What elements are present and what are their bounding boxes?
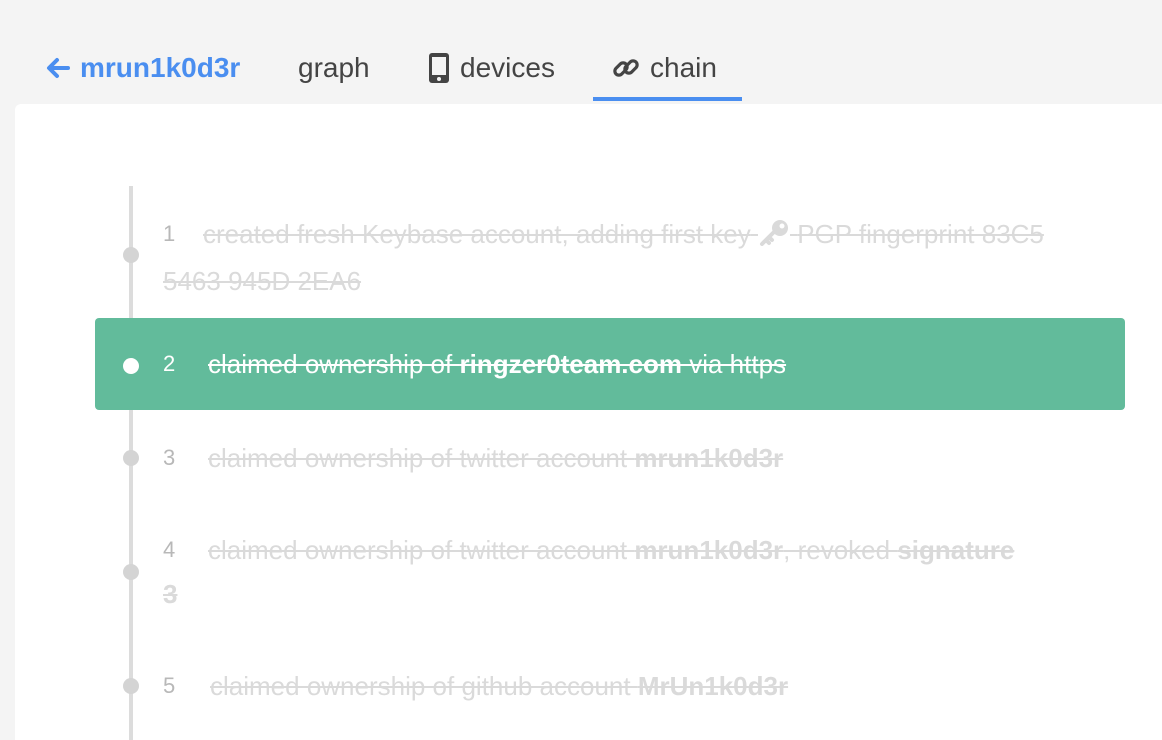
entry-text: created fresh Keybase account, adding fi… [163, 212, 1083, 303]
entry-number: 5 [163, 673, 176, 698]
chain-entry[interactable]: 3 claimed ownership of twitter account m… [95, 436, 1125, 480]
timeline-dot [123, 247, 139, 263]
entry-prefix: claimed ownership of [208, 349, 460, 379]
tab-devices[interactable]: devices [428, 44, 555, 92]
tab-chain[interactable]: chain [612, 44, 717, 92]
tab-graph-label: graph [298, 52, 370, 83]
chain-entry[interactable]: 4 claimed ownership of twitter account m… [95, 528, 1125, 616]
link-icon [612, 54, 640, 82]
entry-text: claimed ownership of twitter account mru… [163, 528, 1023, 616]
entry-prefix: claimed ownership of twitter account [208, 443, 635, 473]
entry-text: claimed ownership of twitter account mru… [208, 436, 1128, 480]
entry-prefix: claimed ownership of github account [210, 671, 638, 701]
entry-text: claimed ownership of github account MrUn… [210, 664, 1130, 708]
chain-entry[interactable]: 1 created fresh Keybase account, adding … [95, 212, 1125, 302]
tab-devices-label: devices [460, 52, 555, 83]
top-tab-bar: mrun1k0d3r graph devices chain [0, 0, 1162, 104]
entry-prefix: claimed ownership of twitter account [208, 535, 635, 565]
tab-graph[interactable]: graph [298, 44, 370, 92]
chain-panel [15, 104, 1162, 740]
tab-chain-label: chain [650, 52, 717, 83]
timeline-dot [123, 358, 139, 374]
entry-text: claimed ownership of ringzer0team.com vi… [208, 342, 1128, 386]
chain-entry-highlighted[interactable]: 2 claimed ownership of ringzer0team.com … [95, 318, 1125, 410]
active-tab-indicator [593, 97, 742, 101]
chain-entry[interactable]: 5 claimed ownership of github account Mr… [95, 664, 1125, 708]
entry-account: MrUn1k0d3r [637, 671, 789, 701]
back-to-profile-link[interactable]: mrun1k0d3r [44, 44, 240, 92]
entry-number: 3 [163, 445, 176, 470]
timeline-dot [123, 564, 139, 580]
key-icon [758, 215, 790, 259]
arrow-left-icon [47, 58, 70, 78]
phone-icon [428, 52, 450, 84]
timeline-dot [123, 678, 139, 694]
profile-username: mrun1k0d3r [80, 52, 241, 83]
entry-prefix: created fresh Keybase account, adding fi… [203, 219, 751, 249]
entry-account: mrun1k0d3r [634, 535, 784, 565]
entry-domain: ringzer0team.com [459, 349, 682, 379]
timeline-dot [123, 450, 139, 466]
entry-suffix: via https [682, 349, 787, 379]
entry-account: mrun1k0d3r [634, 443, 784, 473]
entry-suffix: , revoked [783, 535, 898, 565]
entry-number: 2 [163, 351, 176, 376]
